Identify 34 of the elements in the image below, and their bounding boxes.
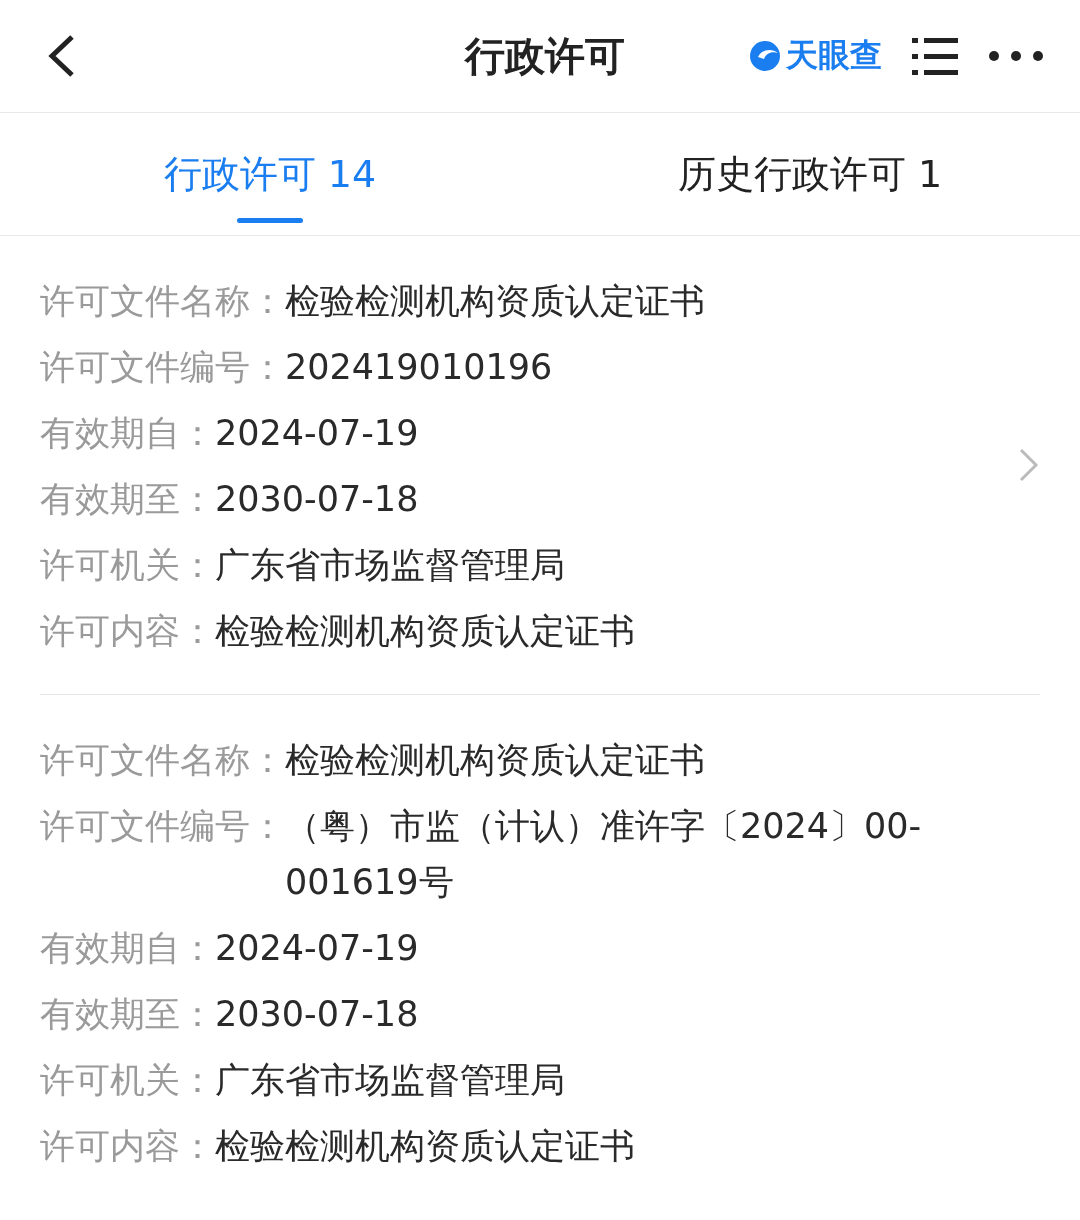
field-value: 检验检测机构资质认定证书 xyxy=(285,280,706,323)
tab[interactable]: 历史行政许可 1 xyxy=(540,113,1080,235)
field-value: 2024-07-19 xyxy=(215,927,420,970)
field-label: 许可内容： xyxy=(40,610,215,653)
field-label: 许可文件名称： xyxy=(40,280,285,323)
logo-text: 天眼查 xyxy=(786,35,882,76)
field-label: 有效期自： xyxy=(40,412,215,455)
field-label: 许可文件名称： xyxy=(40,739,285,782)
field-label: 许可内容： xyxy=(40,1125,215,1168)
page-title: 行政许可 xyxy=(465,31,625,81)
field-value: 202419010196 xyxy=(285,346,554,389)
menu-icon[interactable] xyxy=(912,36,958,76)
field-value: （粤）市监（计认）准许字〔2024〕00-001619号 xyxy=(285,805,923,904)
more-icon[interactable] xyxy=(988,50,1044,62)
tab[interactable]: 行政许可 14 xyxy=(0,113,540,235)
field-label: 许可机关： xyxy=(40,1059,215,1102)
field-value: 检验检测机构资质认定证书 xyxy=(215,1125,636,1168)
field-label: 许可文件编号： xyxy=(40,805,285,848)
field-label: 许可文件编号： xyxy=(40,346,285,389)
field-label: 有效期至： xyxy=(40,993,215,1036)
field-value: 2030-07-18 xyxy=(215,993,420,1036)
field-value: 广东省市场监督管理局 xyxy=(215,544,566,587)
field-label: 有效期自： xyxy=(40,927,215,970)
field-value: 检验检测机构资质认定证书 xyxy=(285,739,706,782)
field-value: 2030-07-18 xyxy=(215,478,420,521)
field-label: 有效期至： xyxy=(40,478,215,521)
record-card[interactable]: 许可文件名称：检验检测机构资质认定证书 许可文件编号：（粤）市监（计认）准许字〔2024〕00-001619号 有效期自：2024-07-19 有效期至：2030-07-18 许可机关：广东省市场监督管理局 许可内容：检验检测机构资质认定证书 xyxy=(40,695,1040,1209)
field-value: 检验检测机构资质认定证书 xyxy=(215,610,636,653)
record-card[interactable]: 许可文件名称：检验检测机构资质认定证书 许可文件编号：202419010196 有效期自：2024-07-19 有效期至：2030-07-18 许可机关：广东省市场监督管理局 许可内容：检验检测机构资质认定证书 xyxy=(40,236,1040,695)
field-value: 2024-07-19 xyxy=(215,412,420,455)
field-value: 广东省市场监督管理局 xyxy=(215,1059,566,1102)
back-icon[interactable] xyxy=(46,34,76,78)
field-label: 许可机关： xyxy=(40,544,215,587)
logo-icon xyxy=(748,39,782,73)
